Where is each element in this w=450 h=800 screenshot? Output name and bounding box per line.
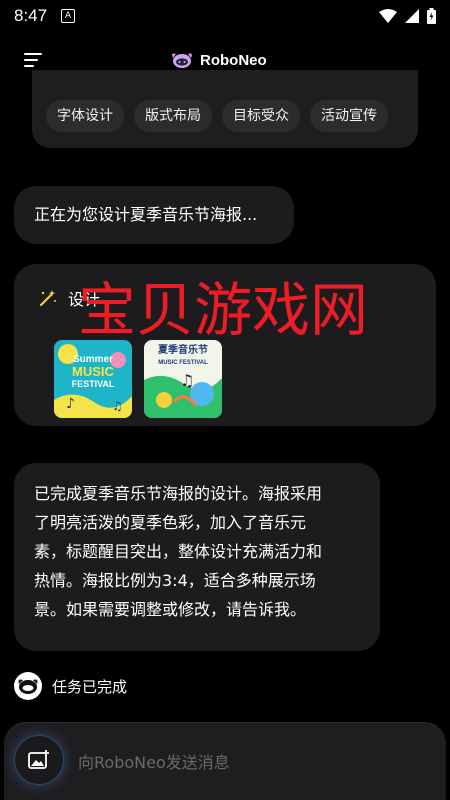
suggestion-chips: 字体设计 版式布局 目标受众 活动宣传 (46, 100, 388, 132)
status-message: 正在为您设计夏季音乐节海报... (14, 186, 294, 244)
chip-target-audience[interactable]: 目标受众 (222, 100, 300, 132)
status-icons (379, 8, 436, 24)
design-thumbnails: Summer MUSIC FESTIVAL ♪ ♫ 夏季音乐节 MUSIC FE… (54, 340, 222, 418)
image-upload-button[interactable] (14, 735, 64, 785)
notification-icon: A (61, 9, 76, 23)
chip-event-promotion[interactable]: 活动宣传 (310, 100, 388, 132)
image-icon (28, 750, 49, 769)
roboneo-logo-icon (172, 53, 192, 68)
result-line: 热情。海报比例为3:4，适合多种展示场 (34, 571, 316, 590)
result-message: 已完成夏季音乐节海报的设计。海报采用 了明亮活泼的夏季色彩，加入了音乐元 素，标… (14, 463, 380, 651)
app-name: RoboNeo (200, 51, 267, 69)
poster1-line2: MUSIC (72, 364, 115, 379)
message-input[interactable] (78, 748, 428, 776)
poster1-line3: FESTIVAL (72, 379, 115, 389)
chip-layout[interactable]: 版式布局 (134, 100, 212, 132)
status-bar: 8:47 A (0, 0, 450, 32)
roboneo-avatar-icon (14, 672, 42, 700)
task-status-row: 任务已完成 (14, 672, 127, 700)
chip-font-design[interactable]: 字体设计 (46, 100, 124, 132)
signal-icon (405, 9, 419, 23)
poster2-line2: MUSIC FESTIVAL (158, 360, 208, 366)
status-time: 8:47 (14, 6, 48, 25)
result-line: 已完成夏季音乐节海报的设计。海报采用 (34, 484, 323, 503)
poster-thumbnail-1[interactable]: Summer MUSIC FESTIVAL ♪ ♫ (54, 340, 132, 418)
wifi-icon (379, 9, 397, 23)
result-line: 素，标题醒目突出，整体设计充满活力和 (34, 542, 323, 561)
magic-wand-icon (39, 290, 56, 307)
watermark-text: 宝贝游戏网 (78, 276, 369, 344)
app-logo: RoboNeo (170, 50, 267, 70)
task-status-label: 任务已完成 (52, 677, 128, 696)
svg-text:♪: ♪ (66, 396, 75, 412)
battery-icon (427, 8, 436, 24)
poster-thumbnail-2[interactable]: 夏季音乐节 MUSIC FESTIVAL ♫ (144, 340, 222, 418)
svg-text:♫: ♫ (180, 371, 194, 390)
svg-text:♫: ♫ (112, 399, 123, 413)
menu-icon (24, 53, 42, 55)
result-line: 了明亮活泼的夏季色彩，加入了音乐元 (34, 513, 307, 532)
menu-button[interactable] (24, 51, 46, 69)
result-line: 景。如果需要调整或修改，请告诉我。 (34, 600, 307, 619)
